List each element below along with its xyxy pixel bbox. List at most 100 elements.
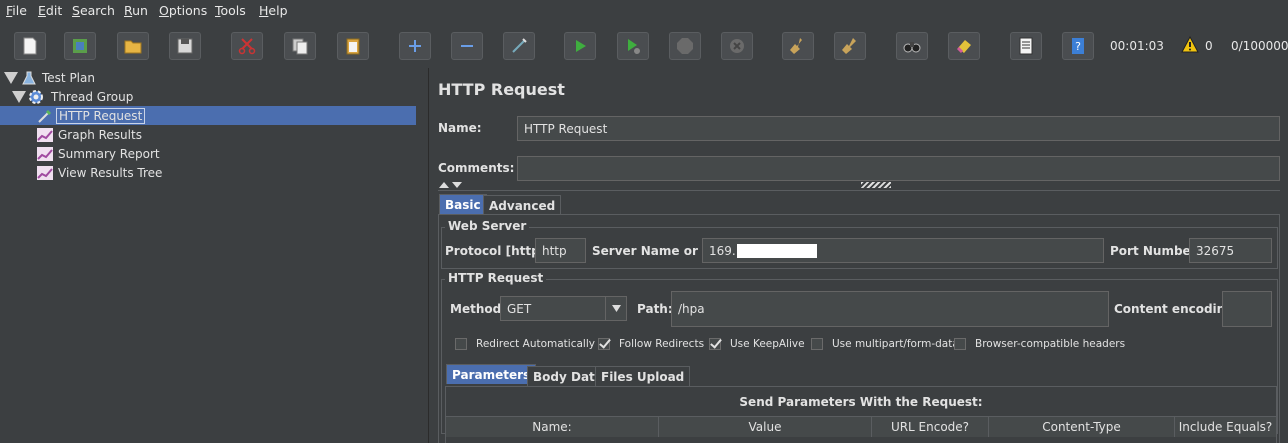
name-field[interactable]: HTTP Request (517, 116, 1280, 141)
use-multipart-checkbox[interactable]: Use multipart/form-data (811, 338, 959, 350)
save-icon (177, 38, 193, 54)
menu-run[interactable]: Run (124, 3, 148, 18)
server-name-label: Server Name or IP: (592, 244, 721, 258)
method-select[interactable]: GET (500, 296, 627, 321)
binoculars-icon (903, 42, 921, 53)
eraser-icon (956, 40, 971, 54)
start-button[interactable] (564, 32, 596, 60)
tree-item-http-request[interactable]: HTTP Request (0, 106, 416, 125)
templates-icon (73, 39, 87, 53)
play-icon (576, 40, 586, 52)
open-button[interactable] (117, 32, 149, 60)
tree-item-test-plan[interactable]: Test Plan (4, 68, 97, 87)
tab-files-upload[interactable]: Files Upload (595, 366, 691, 386)
tree-item-thread-group[interactable]: Thread Group (12, 87, 135, 106)
path-label: Path: (637, 302, 673, 316)
element-editor: HTTP Request Name: HTTP Request Comments… (429, 68, 1288, 443)
browser-compatible-headers-checkbox[interactable]: Browser-compatible headers (954, 338, 1125, 350)
checkbox-label: Use multipart/form-data (832, 338, 959, 350)
collapse-all-button[interactable] (451, 32, 483, 60)
templates-button[interactable] (64, 32, 96, 60)
content-encoding-field[interactable] (1222, 291, 1272, 327)
tree-item-label: Graph Results (58, 127, 142, 142)
menu-file[interactable]: File (6, 3, 27, 18)
notebook-icon (1019, 37, 1033, 55)
pipette-icon (38, 109, 51, 123)
expand-all-button[interactable] (399, 32, 431, 60)
parameters-panel: Send Parameters With the Request: Name: … (445, 386, 1277, 443)
split-pane-divider[interactable] (418, 68, 429, 443)
reset-search-button[interactable] (948, 32, 980, 60)
checkbox-label: Follow Redirects (619, 338, 705, 350)
tree-item-label: Test Plan (42, 70, 95, 85)
use-keepalive-checkbox[interactable]: Use KeepAlive (709, 338, 805, 350)
tab-parameters[interactable]: Parameters (446, 364, 537, 384)
cut-button[interactable] (231, 32, 263, 60)
menu-tools[interactable]: Tools (215, 3, 246, 18)
start-no-pauses-button[interactable] (617, 32, 649, 60)
expand-triangle-icon[interactable] (4, 71, 18, 84)
stop-button[interactable] (669, 32, 701, 60)
collapse-arrows-icon[interactable] (439, 181, 465, 189)
clear-all-button[interactable] (834, 32, 866, 60)
search-button[interactable] (896, 32, 928, 60)
graph-icon (37, 146, 53, 161)
play-no-timer-icon (628, 39, 640, 54)
warning-icon[interactable] (1180, 35, 1200, 55)
comments-field[interactable] (517, 156, 1280, 181)
checkbox-box[interactable] (709, 338, 721, 350)
toolbar: ? 00:01:03 0 0/100000 (0, 22, 1288, 69)
redirect-automatically-checkbox[interactable]: Redirect Automatically (455, 338, 595, 350)
tree-item-summary-report[interactable]: Summary Report (37, 144, 162, 163)
chevron-down-icon[interactable] (605, 297, 626, 320)
test-plan-tree: Test Plan Thread Group HTTP Request Grap… (0, 68, 419, 443)
column-header[interactable]: Value (659, 417, 872, 437)
tab-advanced[interactable]: Advanced (483, 195, 562, 215)
splitter-grip[interactable] (861, 182, 891, 188)
save-button[interactable] (169, 32, 201, 60)
path-field[interactable]: /hpa (671, 291, 1109, 327)
column-header[interactable]: URL Encode? (872, 417, 989, 437)
tree-item-graph-results[interactable]: Graph Results (37, 125, 144, 144)
web-server-title: Web Server (445, 219, 530, 233)
elapsed-timer: 00:01:03 (1110, 39, 1164, 53)
help-button[interactable]: ? (1062, 32, 1094, 60)
checkbox-label: Use KeepAlive (730, 338, 805, 350)
function-helper-button[interactable] (1010, 32, 1042, 60)
separator (438, 190, 1280, 191)
tree-item-view-results-tree[interactable]: View Results Tree (37, 163, 164, 182)
column-header[interactable]: Include Equals? (1175, 417, 1276, 437)
panel-title: HTTP Request (438, 80, 565, 99)
menu-edit[interactable]: Edit (38, 3, 62, 18)
checkbox-box[interactable] (811, 338, 823, 350)
checkbox-box[interactable] (954, 338, 966, 350)
column-header[interactable]: Name: (446, 417, 659, 437)
parameters-table-header: Name: Value URL Encode? Content-Type Inc… (446, 416, 1276, 437)
clear-button[interactable] (782, 32, 814, 60)
paste-button[interactable] (337, 32, 369, 60)
expand-triangle-icon[interactable] (12, 90, 26, 103)
port-number-field[interactable]: 32675 (1189, 238, 1272, 263)
menu-search[interactable]: Search (72, 3, 115, 18)
tab-basic[interactable]: Basic (439, 194, 487, 214)
checkbox-box[interactable] (455, 338, 467, 350)
follow-redirects-checkbox[interactable]: Follow Redirects (598, 338, 704, 350)
toggle-button[interactable] (503, 32, 535, 60)
help-icon: ? (1072, 38, 1084, 54)
method-label: Method: (450, 302, 506, 316)
menu-help[interactable]: Help (259, 3, 288, 18)
new-button[interactable] (14, 32, 46, 60)
copy-button[interactable] (284, 32, 316, 60)
checkbox-box[interactable] (598, 338, 610, 350)
copy-icon (292, 38, 308, 55)
stop-icon (677, 38, 693, 54)
tree-item-label: View Results Tree (58, 165, 163, 180)
protocol-field[interactable]: http (535, 238, 586, 263)
content-encoding-label: Content encoding: (1114, 302, 1239, 316)
shutdown-button[interactable] (721, 32, 753, 60)
column-header[interactable]: Content-Type (989, 417, 1175, 437)
menu-options[interactable]: Options (159, 3, 207, 18)
server-name-value: 169. (709, 243, 736, 258)
warning-count: 0 (1205, 39, 1213, 53)
server-name-field[interactable]: 169. (702, 238, 1104, 263)
